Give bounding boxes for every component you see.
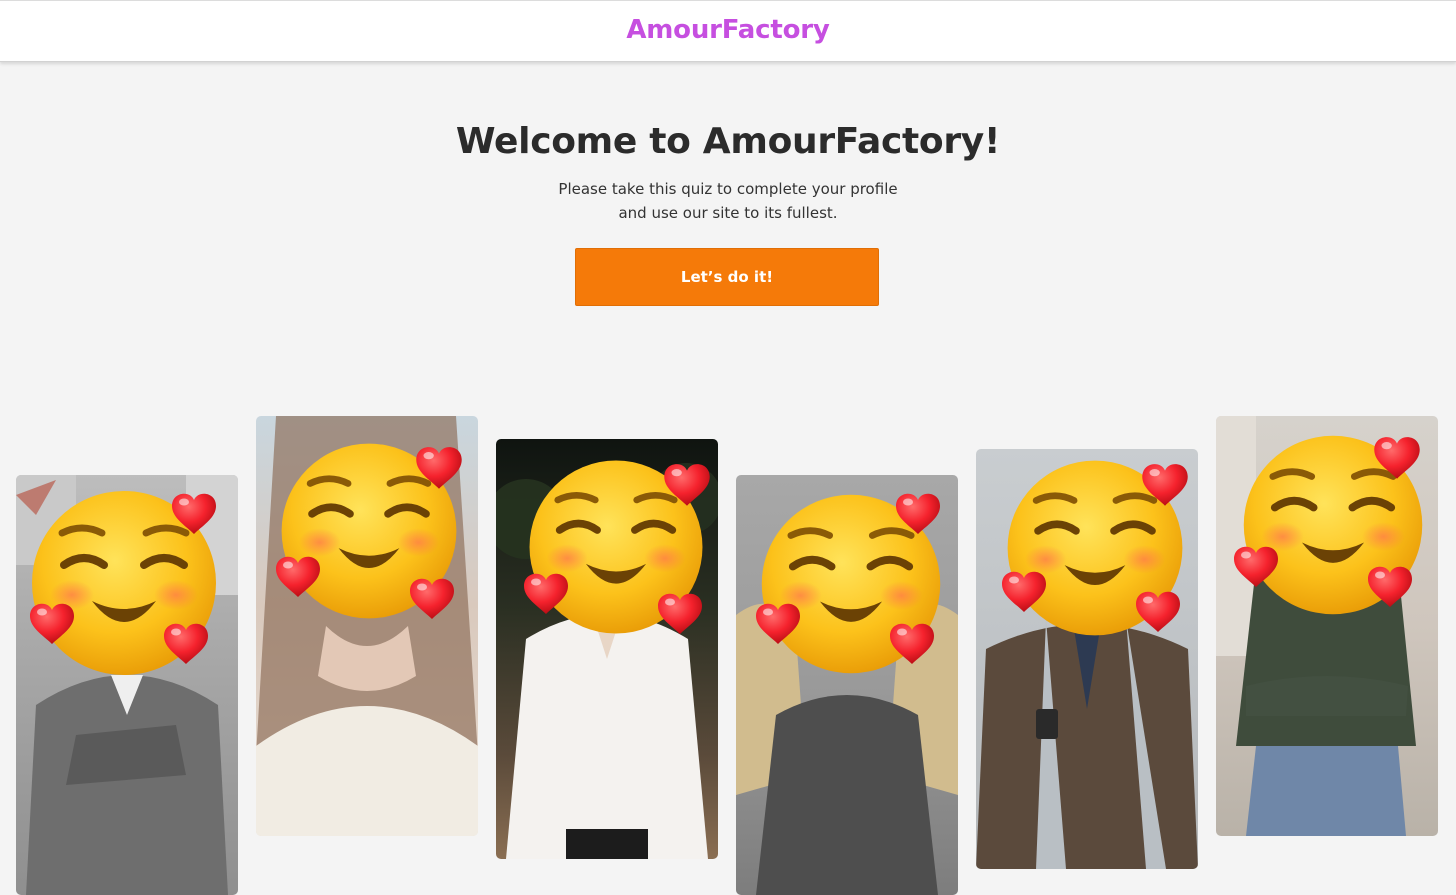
heart-icon bbox=[890, 623, 934, 664]
heart-icon bbox=[172, 493, 216, 534]
site-logo[interactable]: AmourFactory bbox=[0, 13, 1456, 47]
heart-icon bbox=[658, 593, 702, 634]
heart-icon bbox=[1368, 566, 1412, 607]
profile-card-1[interactable] bbox=[16, 475, 238, 895]
profile-card-3[interactable] bbox=[496, 439, 718, 859]
heart-icon bbox=[164, 623, 208, 664]
start-quiz-button[interactable]: Let’s do it! bbox=[575, 248, 879, 306]
heart-icon bbox=[756, 603, 800, 644]
subtitle-line-2: and use our site to its fullest. bbox=[618, 204, 838, 222]
heart-icon bbox=[664, 464, 710, 506]
profile-card-6[interactable] bbox=[1216, 416, 1438, 836]
subtitle-line-1: Please take this quiz to complete your p… bbox=[558, 180, 898, 198]
page-subtitle: Please take this quiz to complete your p… bbox=[528, 177, 928, 225]
heart-icon bbox=[1234, 546, 1278, 587]
heart-icon bbox=[276, 556, 320, 597]
heart-icon bbox=[30, 603, 74, 644]
profile-card-5[interactable] bbox=[976, 449, 1198, 869]
heart-icon bbox=[896, 493, 940, 534]
heart-icon bbox=[410, 578, 454, 619]
heart-icon bbox=[1142, 464, 1188, 506]
heart-icon bbox=[1002, 571, 1046, 612]
top-header: AmourFactory bbox=[0, 0, 1456, 62]
heart-icon bbox=[524, 573, 568, 614]
profile-card-4[interactable] bbox=[736, 475, 958, 895]
heart-icon bbox=[1136, 591, 1180, 632]
heart-icon bbox=[1374, 437, 1420, 479]
heart-icon bbox=[416, 447, 462, 489]
page-title: Welcome to AmourFactory! bbox=[455, 121, 1001, 162]
profile-card-2[interactable] bbox=[256, 416, 478, 836]
